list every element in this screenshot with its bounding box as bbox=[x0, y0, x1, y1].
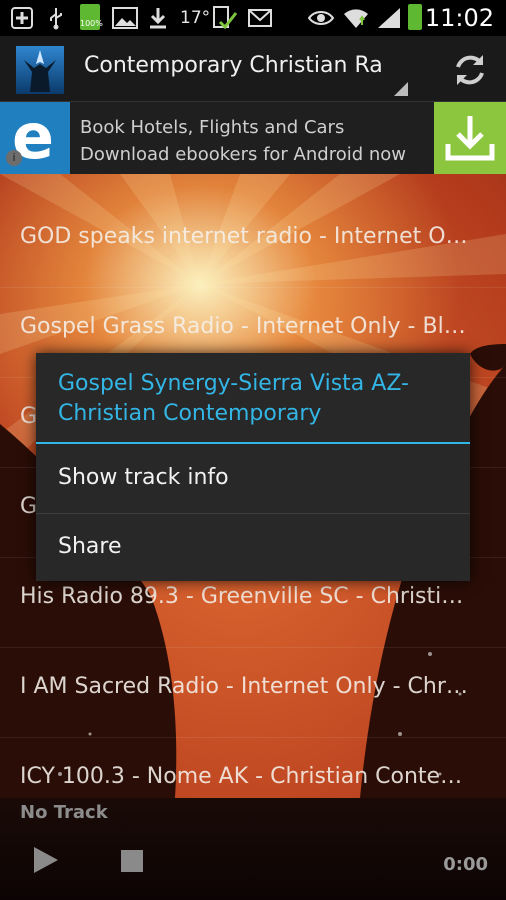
track-label: No Track bbox=[20, 802, 108, 823]
station-category-spinner[interactable]: Contemporary Christian Rad.. bbox=[84, 53, 384, 78]
check-icon bbox=[213, 6, 238, 30]
usb-icon bbox=[50, 8, 62, 30]
ad-info-icon[interactable]: i bbox=[6, 150, 22, 166]
download-icon bbox=[445, 116, 495, 161]
menu-item-label: Share bbox=[58, 534, 122, 559]
signal-icon bbox=[378, 8, 400, 28]
action-bar: Contemporary Christian Rad.. bbox=[0, 36, 506, 102]
eye-icon bbox=[308, 11, 334, 25]
temperature-label: 17° bbox=[180, 8, 211, 28]
stop-icon[interactable] bbox=[121, 850, 143, 872]
dialog-title-divider bbox=[36, 442, 470, 444]
play-icon[interactable] bbox=[34, 847, 58, 873]
share-menu-item[interactable]: Share bbox=[36, 514, 470, 582]
menu-item-label: Show track info bbox=[58, 465, 229, 490]
app-icon[interactable] bbox=[16, 46, 64, 94]
ad-text[interactable]: Book Hotels, Flights and Cars Download e… bbox=[80, 114, 426, 168]
battery-icon bbox=[408, 4, 422, 30]
list-item[interactable]: GOD speaks internet radio - Internet On.… bbox=[0, 198, 506, 288]
clock: 11:02 bbox=[424, 4, 494, 32]
playback-time: 0:00 bbox=[443, 854, 488, 875]
show-track-info-menu-item[interactable]: Show track info bbox=[36, 445, 470, 513]
station-name: I AM Sacred Radio - Internet Only - Chri… bbox=[20, 674, 470, 699]
context-menu-dialog: Gospel Synergy-Sierra Vista AZ-Christian… bbox=[36, 353, 470, 581]
worship-logo-icon bbox=[24, 50, 56, 92]
add-icon bbox=[11, 7, 33, 29]
spinner-indicator-icon bbox=[394, 82, 408, 96]
list-item[interactable]: ICY 100.3 - Nome AK - Christian Contem.. bbox=[0, 738, 506, 798]
ad-logo: e i bbox=[0, 102, 70, 174]
station-name: GOD speaks internet radio - Internet On.… bbox=[20, 224, 470, 249]
download-icon bbox=[150, 8, 166, 29]
player-bar: No Track 0:00 bbox=[0, 798, 506, 900]
station-name: ICY 100.3 - Nome AK - Christian Contem.. bbox=[20, 764, 470, 789]
refresh-icon[interactable] bbox=[450, 50, 490, 90]
image-icon bbox=[112, 7, 138, 29]
ad-download-button[interactable] bbox=[434, 102, 506, 174]
station-name: His Radio 89.3 - Greenville SC - Christi… bbox=[20, 584, 470, 609]
station-name: Gospel Grass Radio - Internet Only - Blu… bbox=[20, 314, 470, 339]
status-bar: 100% 17° 11:02 bbox=[0, 0, 506, 36]
battery-full-icon: 100% bbox=[80, 4, 103, 30]
wifi-icon bbox=[344, 9, 368, 28]
ad-banner[interactable]: e i Book Hotels, Flights and Cars Downlo… bbox=[0, 102, 506, 174]
dialog-title: Gospel Synergy-Sierra Vista AZ-Christian… bbox=[58, 371, 409, 426]
gmail-icon bbox=[248, 9, 272, 27]
list-item[interactable]: I AM Sacred Radio - Internet Only - Chri… bbox=[0, 648, 506, 738]
